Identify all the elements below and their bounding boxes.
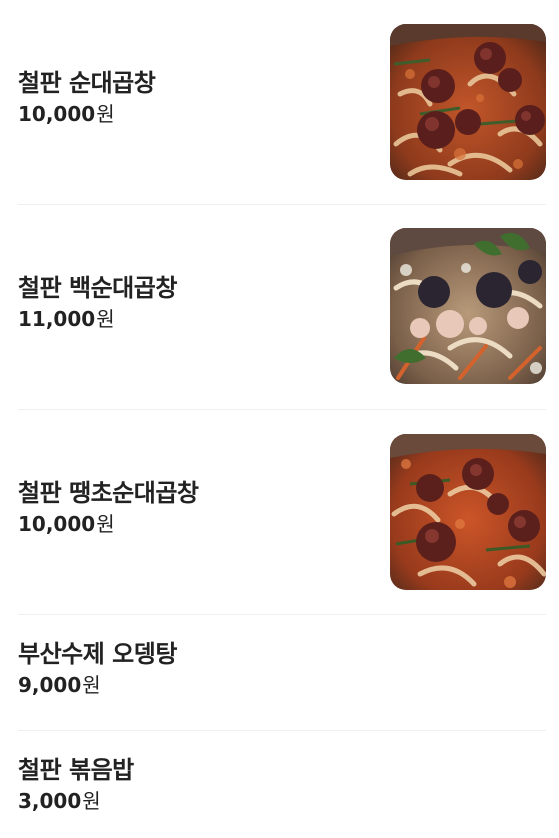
menu-item-name: 철판 백순대곱창 xyxy=(18,274,177,302)
price-unit: 원 xyxy=(82,673,101,697)
menu-item-price: 3,000원 xyxy=(18,789,134,813)
menu-item-name: 철판 순대곱창 xyxy=(18,69,156,97)
price-unit: 원 xyxy=(96,102,115,126)
menu-item-busan-odeng-tang[interactable]: 부산수제 오뎅탕 9,000원 xyxy=(18,615,546,731)
menu-item-sundae-gopchang[interactable]: 철판 순대곱창 10,000원 xyxy=(18,0,546,205)
food-photo-image xyxy=(390,24,546,180)
menu-item-price: 10,000원 xyxy=(18,102,155,126)
price-amount: 11,000 xyxy=(18,307,96,331)
menu-item-text: 부산수제 오뎅탕 9,000원 xyxy=(18,639,177,697)
menu-item-price: 10,000원 xyxy=(18,512,199,536)
menu-item-text: 철판 백순대곱창 11,000원 xyxy=(18,273,177,331)
price-amount: 10,000 xyxy=(18,102,96,126)
price-amount: 9,000 xyxy=(18,673,82,697)
menu-item-photo[interactable] xyxy=(390,24,546,180)
menu-item-name: 부산수제 오뎅탕 xyxy=(18,640,177,668)
price-unit: 원 xyxy=(82,789,101,813)
menu-item-photo[interactable] xyxy=(390,434,546,590)
menu-list: 철판 순대곱창 10,000원 철판 백순대곱창 11,000원 철판 땡초순대… xyxy=(0,0,559,838)
menu-item-text: 철판 볶음밥 3,000원 xyxy=(18,755,134,813)
menu-item-name: 철판 땡초순대곱창 xyxy=(18,479,199,507)
menu-item-ttaengcho-sundae-gopchang[interactable]: 철판 땡초순대곱창 10,000원 xyxy=(18,410,546,615)
menu-item-bokkeumbap[interactable]: 철판 볶음밥 3,000원 xyxy=(18,731,546,838)
food-photo-image xyxy=(390,434,546,590)
price-amount: 10,000 xyxy=(18,512,96,536)
menu-item-text: 철판 땡초순대곱창 10,000원 xyxy=(18,478,199,536)
menu-item-text: 철판 순대곱창 10,000원 xyxy=(18,68,156,126)
food-photo-image xyxy=(390,228,546,384)
menu-item-price: 11,000원 xyxy=(18,307,177,331)
price-unit: 원 xyxy=(96,307,115,331)
menu-item-photo[interactable] xyxy=(390,228,546,384)
price-amount: 3,000 xyxy=(18,789,82,813)
menu-item-baek-sundae-gopchang[interactable]: 철판 백순대곱창 11,000원 xyxy=(18,205,546,410)
menu-item-price: 9,000원 xyxy=(18,673,177,697)
price-unit: 원 xyxy=(96,512,115,536)
menu-item-name: 철판 볶음밥 xyxy=(18,756,134,784)
